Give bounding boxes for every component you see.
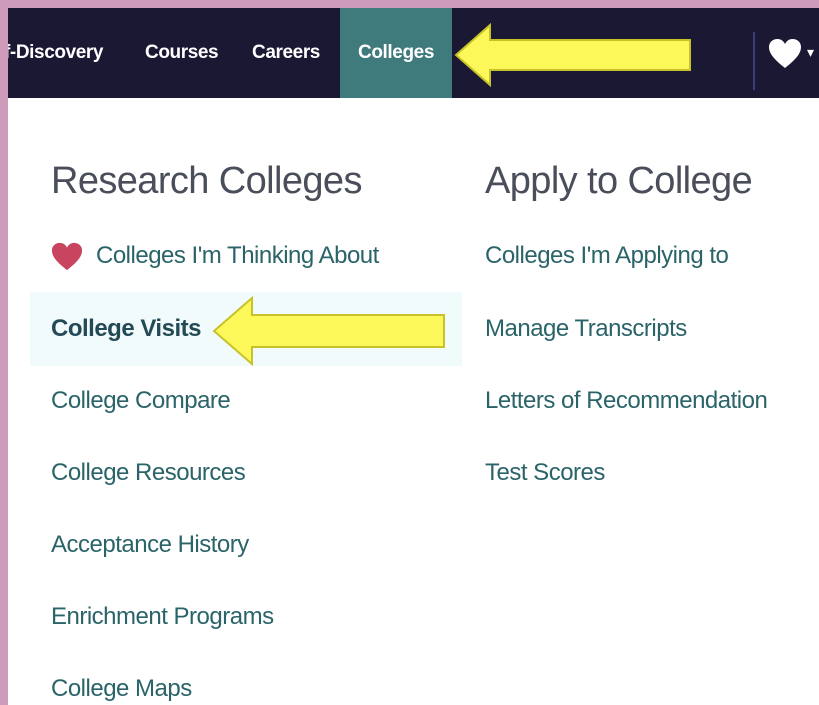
chevron-down-icon[interactable]: ▾ <box>807 44 814 61</box>
link-college-visits[interactable]: College Visits <box>51 315 201 343</box>
heart-icon <box>51 242 83 271</box>
annotation-arrow-icon <box>454 23 691 87</box>
link-college-resources[interactable]: College Resources <box>51 459 246 487</box>
nav-divider <box>753 32 755 90</box>
nav-colleges[interactable]: Colleges <box>340 8 452 98</box>
link-enrichment-programs[interactable]: Enrichment Programs <box>51 603 274 631</box>
link-letters-of-recommendation[interactable]: Letters of Recommendation <box>485 387 768 415</box>
annotation-arrow-icon <box>212 296 445 366</box>
link-colleges-thinking-about[interactable]: Colleges I'm Thinking About <box>96 242 379 270</box>
link-manage-transcripts[interactable]: Manage Transcripts <box>485 315 687 343</box>
link-college-compare[interactable]: College Compare <box>51 387 231 415</box>
nav-self-discovery[interactable]: f-Discovery <box>8 8 103 98</box>
link-test-scores[interactable]: Test Scores <box>485 459 605 487</box>
research-colleges-heading: Research Colleges <box>51 160 362 202</box>
link-college-maps[interactable]: College Maps <box>51 675 192 703</box>
heart-icon[interactable] <box>768 38 802 70</box>
apply-to-college-heading: Apply to College <box>485 160 753 202</box>
link-acceptance-history[interactable]: Acceptance History <box>51 531 249 559</box>
link-colleges-applying-to[interactable]: Colleges I'm Applying to <box>485 242 729 270</box>
colleges-dropdown-menu: Research Colleges Colleges I'm Thinking … <box>8 98 819 705</box>
app-frame: f-Discovery Courses Careers Colleges ▾ R… <box>8 8 819 705</box>
nav-courses[interactable]: Courses <box>145 8 219 98</box>
nav-careers[interactable]: Careers <box>252 8 320 98</box>
top-navbar: f-Discovery Courses Careers Colleges ▾ <box>8 8 819 98</box>
